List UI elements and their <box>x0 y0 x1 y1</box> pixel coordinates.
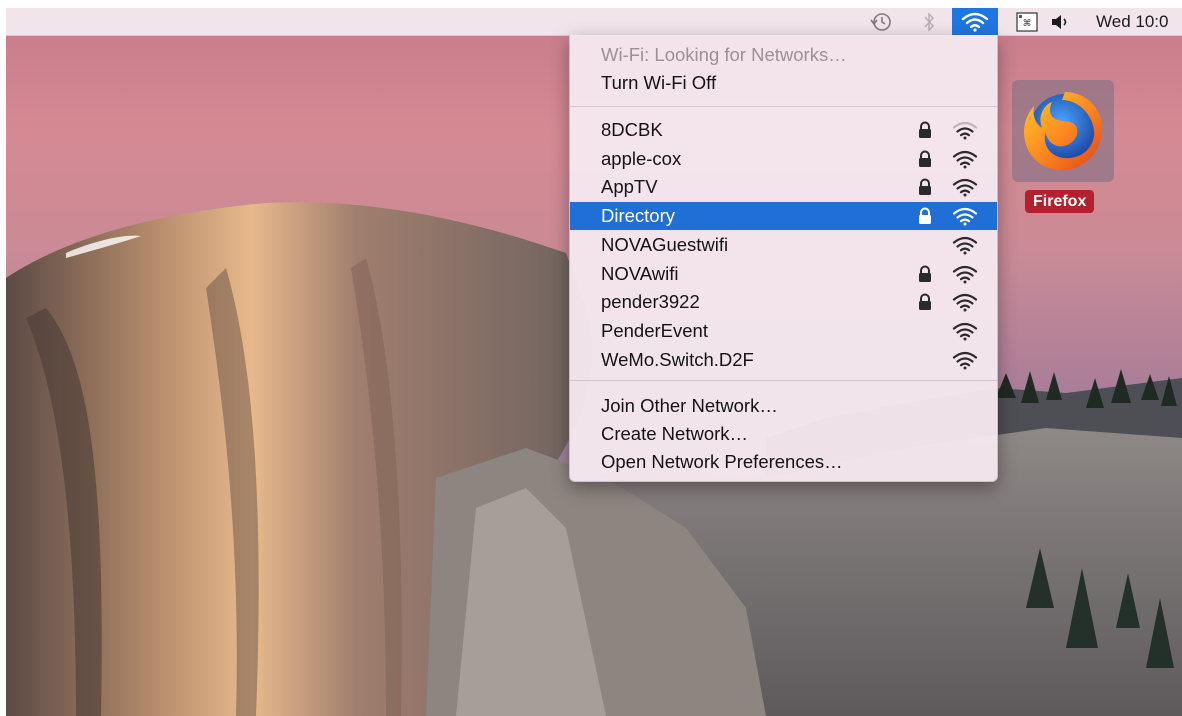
turn-wifi-off-label: Turn Wi-Fi Off <box>601 72 717 93</box>
network-name: NOVAwifi <box>601 262 679 284</box>
lock-icon <box>919 178 931 196</box>
wifi-signal-icon <box>952 150 978 169</box>
lock-icon <box>919 121 931 138</box>
network-name: apple-cox <box>601 147 682 169</box>
wifi-signal-icon <box>952 351 978 370</box>
network-name: PenderEvent <box>601 319 708 341</box>
join-other-network-item[interactable]: Join Other Network… <box>570 392 997 420</box>
wifi-signal-icon <box>952 179 978 197</box>
network-item[interactable]: 8DCBK <box>570 116 997 144</box>
wifi-icon[interactable] <box>952 8 998 35</box>
wifi-status-item: Wi-Fi: Looking for Networks… <box>570 41 997 69</box>
menu-bar-clock[interactable]: Wed 10:0 <box>1096 8 1168 35</box>
lock-icon <box>919 265 931 282</box>
lock-icon <box>919 207 931 225</box>
wifi-signal-icon <box>952 207 978 226</box>
network-item[interactable]: NOVAwifi <box>570 260 997 288</box>
input-source-icon[interactable]: ⌘ <box>1014 8 1040 35</box>
create-network-label: Create Network… <box>601 423 749 444</box>
lock-icon <box>919 293 931 311</box>
bluetooth-icon[interactable] <box>916 8 942 35</box>
wifi-status-label: Wi-Fi: Looking for Networks… <box>601 44 847 65</box>
wifi-signal-icon <box>952 236 978 255</box>
firefox-desktop-label[interactable]: Firefox <box>1025 190 1095 213</box>
network-item[interactable]: WeMo.Switch.D2F <box>570 346 997 374</box>
open-network-preferences-item[interactable]: Open Network Preferences… <box>570 448 997 476</box>
network-name: pender3922 <box>601 291 700 313</box>
menu-separator <box>570 106 997 107</box>
network-name: NOVAGuestwifi <box>601 233 729 255</box>
network-item[interactable]: Directory <box>570 202 997 231</box>
create-network-item[interactable]: Create Network… <box>570 420 997 448</box>
wifi-signal-icon <box>952 294 978 312</box>
network-item[interactable]: apple-cox <box>570 145 997 173</box>
volume-icon[interactable] <box>1046 8 1076 35</box>
firefox-icon <box>1024 92 1103 171</box>
firefox-desktop-icon[interactable] <box>1012 80 1114 182</box>
wifi-signal-icon <box>952 265 978 283</box>
lock-icon <box>919 150 931 167</box>
network-name: 8DCBK <box>601 119 663 140</box>
svg-text:⌘: ⌘ <box>1023 19 1032 29</box>
network-item[interactable]: PenderEvent <box>570 317 997 345</box>
menu-separator <box>570 380 997 381</box>
network-item[interactable]: pender3922 <box>570 288 997 316</box>
network-item[interactable]: NOVAGuestwifi <box>570 231 997 259</box>
wifi-signal-icon <box>952 121 978 140</box>
network-name: Directory <box>601 205 676 227</box>
open-network-preferences-label: Open Network Preferences… <box>601 451 843 472</box>
network-item[interactable]: AppTV <box>570 173 997 201</box>
time-machine-icon[interactable] <box>864 8 898 35</box>
turn-wifi-off-item[interactable]: Turn Wi-Fi Off <box>570 69 997 97</box>
network-name: WeMo.Switch.D2F <box>601 348 754 370</box>
join-other-network-label: Join Other Network… <box>601 395 778 416</box>
wifi-menu: Wi-Fi: Looking for Networks… Turn Wi-Fi … <box>569 35 998 482</box>
network-name: AppTV <box>601 176 658 198</box>
menu-bar: ⌘ Wed 10:0 <box>6 8 1182 36</box>
wifi-signal-icon <box>952 322 978 341</box>
